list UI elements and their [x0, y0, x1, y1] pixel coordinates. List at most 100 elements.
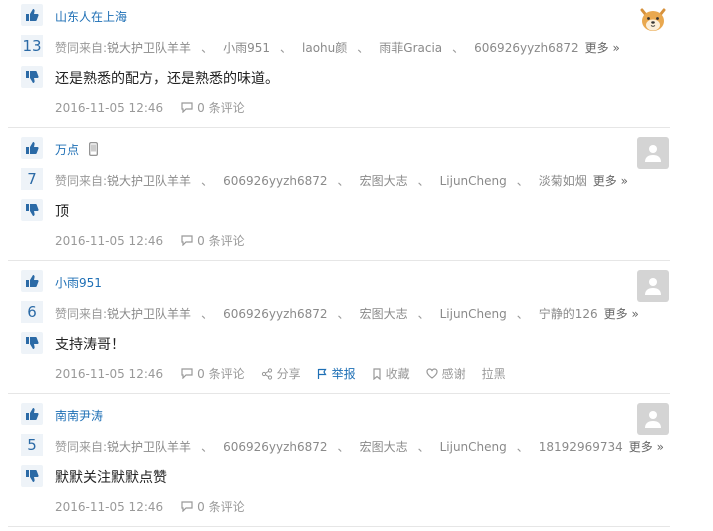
answer-content: 顶 — [55, 204, 69, 220]
more-voters-link[interactable]: 更多 » — [604, 307, 639, 321]
answer-divider — [8, 260, 670, 261]
default-avatar[interactable] — [637, 137, 669, 169]
answer-content: 默默关注默默点赞 — [55, 470, 167, 486]
disagree-button[interactable] — [21, 332, 43, 354]
voter-link[interactable]: 宏图大志 — [360, 307, 408, 321]
voter-link[interactable]: 606926yyzh6872 — [223, 440, 327, 454]
author-name[interactable]: 小雨951 — [55, 274, 102, 291]
answer-divider — [8, 393, 670, 394]
heart-icon — [426, 368, 442, 379]
voter-link[interactable]: 锐大护卫队羊羊 — [107, 307, 191, 321]
voters-label: 赞同来自: — [55, 174, 108, 188]
favorite-button[interactable]: 收藏 — [372, 365, 410, 382]
shiba-dog-avatar[interactable] — [637, 4, 669, 36]
voters-label: 赞同来自: — [55, 41, 108, 55]
more-voters-link[interactable]: 更多 » — [585, 41, 620, 55]
default-avatar[interactable] — [637, 270, 669, 302]
disagree-button[interactable] — [21, 66, 43, 88]
thumbs-up-icon — [25, 141, 39, 155]
answer-content: 还是熟悉的配方，还是熟悉的味道。 — [55, 71, 279, 87]
agree-button[interactable] — [21, 137, 43, 159]
block-button[interactable]: 拉黑 — [482, 365, 506, 382]
more-voters-link[interactable]: 更多 » — [593, 174, 628, 188]
voter-separator: 、 — [516, 174, 529, 188]
agree-button[interactable] — [21, 4, 43, 26]
voter-separator: 、 — [452, 41, 465, 55]
voter-link[interactable]: 宁静的126 — [539, 307, 598, 321]
thanks-button-label: 感谢 — [441, 367, 466, 381]
comments-link[interactable]: 0 条评论 — [181, 498, 245, 515]
voter-separator: 、 — [417, 307, 430, 321]
comments-link[interactable]: 0 条评论 — [181, 365, 245, 382]
voter-separator: 、 — [357, 41, 370, 55]
thumbs-down-icon — [25, 70, 39, 84]
vote-count: 5 — [21, 434, 43, 456]
thumbs-up-icon — [25, 274, 39, 288]
author-name[interactable]: 山东人在上海 — [55, 8, 127, 25]
disagree-button[interactable] — [21, 199, 43, 221]
comments-link[interactable]: 0 条评论 — [181, 232, 245, 249]
voters-line: 赞同来自:锐大护卫队羊羊、 606926yyzh6872、宏图大志、 LijunCh… — [55, 438, 664, 455]
report-button[interactable]: 举报 — [317, 365, 356, 382]
answer-content: 支持涛哥！ — [55, 337, 125, 353]
favorite-button-label: 收藏 — [385, 367, 410, 381]
thanks-button[interactable]: 感谢 — [426, 365, 466, 382]
thumbs-down-icon — [25, 203, 39, 217]
voter-link[interactable]: 锐大护卫队羊羊 — [107, 41, 191, 55]
author-name[interactable]: 南南尹涛 — [55, 407, 103, 424]
voter-separator: 、 — [417, 174, 430, 188]
voter-link[interactable]: 淡菊如烟 — [539, 174, 587, 188]
answer-divider — [8, 526, 670, 527]
voters-label: 赞同来自: — [55, 440, 108, 454]
voter-link[interactable]: 锐大护卫队羊羊 — [107, 440, 191, 454]
voter-link[interactable]: 606926yyzh6872 — [223, 174, 327, 188]
report-button-label: 举报 — [331, 367, 356, 381]
block-button-label: 拉黑 — [481, 367, 506, 381]
answer-divider — [8, 127, 670, 128]
disagree-button[interactable] — [21, 465, 43, 487]
bookmark-icon — [372, 367, 386, 380]
voter-link[interactable]: 宏图大志 — [360, 174, 408, 188]
comments-label: 0 条评论 — [197, 500, 245, 514]
vote-count: 7 — [21, 168, 43, 190]
agree-button[interactable] — [21, 403, 43, 425]
voter-link[interactable]: LijunCheng — [440, 440, 507, 454]
voter-separator: 、 — [201, 174, 214, 188]
answer-item: 7 万点 赞同来自:锐大护卫队羊羊、 606926yyzh6872、宏图大志、 Liju… — [0, 137, 713, 265]
voter-link[interactable]: laohu颜 — [302, 41, 347, 55]
thumbs-down-icon — [25, 469, 39, 483]
voter-separator: 、 — [337, 440, 350, 454]
flag-icon — [317, 368, 332, 380]
thumbs-up-icon — [25, 407, 39, 421]
voter-link[interactable]: 雨菲Gracia — [379, 41, 442, 55]
voters-line: 赞同来自:锐大护卫队羊羊、 606926yyzh6872、宏图大志、 LijunCh… — [55, 305, 639, 322]
voter-separator: 、 — [516, 307, 529, 321]
more-voters-link[interactable]: 更多 » — [629, 440, 664, 454]
share-button[interactable]: 分享 — [261, 365, 301, 382]
answer-meta: 2016-11-05 12:46 0 条评论 — [55, 498, 245, 515]
voter-link[interactable]: 606926yyzh6872 — [223, 307, 327, 321]
author-name[interactable]: 万点 — [55, 141, 79, 158]
comments-label: 0 条评论 — [197, 101, 245, 115]
voter-link[interactable]: 小雨951 — [223, 41, 270, 55]
default-avatar[interactable] — [637, 403, 669, 435]
answer-meta: 2016-11-05 12:46 0 条评论 分享 举报 收藏 感谢 拉黑 — [55, 365, 506, 382]
agree-button[interactable] — [21, 270, 43, 292]
voter-link[interactable]: 606926yyzh6872 — [474, 41, 578, 55]
comments-label: 0 条评论 — [197, 367, 245, 381]
comment-icon — [181, 235, 197, 246]
answer-date: 2016-11-05 12:46 — [55, 366, 164, 381]
share-icon — [261, 367, 277, 380]
answer-item: 6 小雨951 赞同来自:锐大护卫队羊羊、 606926yyzh6872、宏图大志、 L… — [0, 270, 713, 398]
comment-icon — [181, 501, 197, 512]
voter-link[interactable]: 锐大护卫队羊羊 — [107, 174, 191, 188]
voter-link[interactable]: LijunCheng — [440, 307, 507, 321]
voter-link[interactable]: 18192969734 — [539, 440, 623, 454]
vote-count: 6 — [21, 301, 43, 323]
thumbs-up-icon — [25, 8, 39, 22]
answer-meta: 2016-11-05 12:46 0 条评论 — [55, 232, 245, 249]
comments-link[interactable]: 0 条评论 — [181, 99, 245, 116]
answer-item: 13 山东人在上海 赞同来自:锐大护卫队羊羊、小雨951、 laohu颜、雨菲Grac… — [0, 4, 713, 132]
voter-link[interactable]: LijunCheng — [440, 174, 507, 188]
voter-link[interactable]: 宏图大志 — [360, 440, 408, 454]
